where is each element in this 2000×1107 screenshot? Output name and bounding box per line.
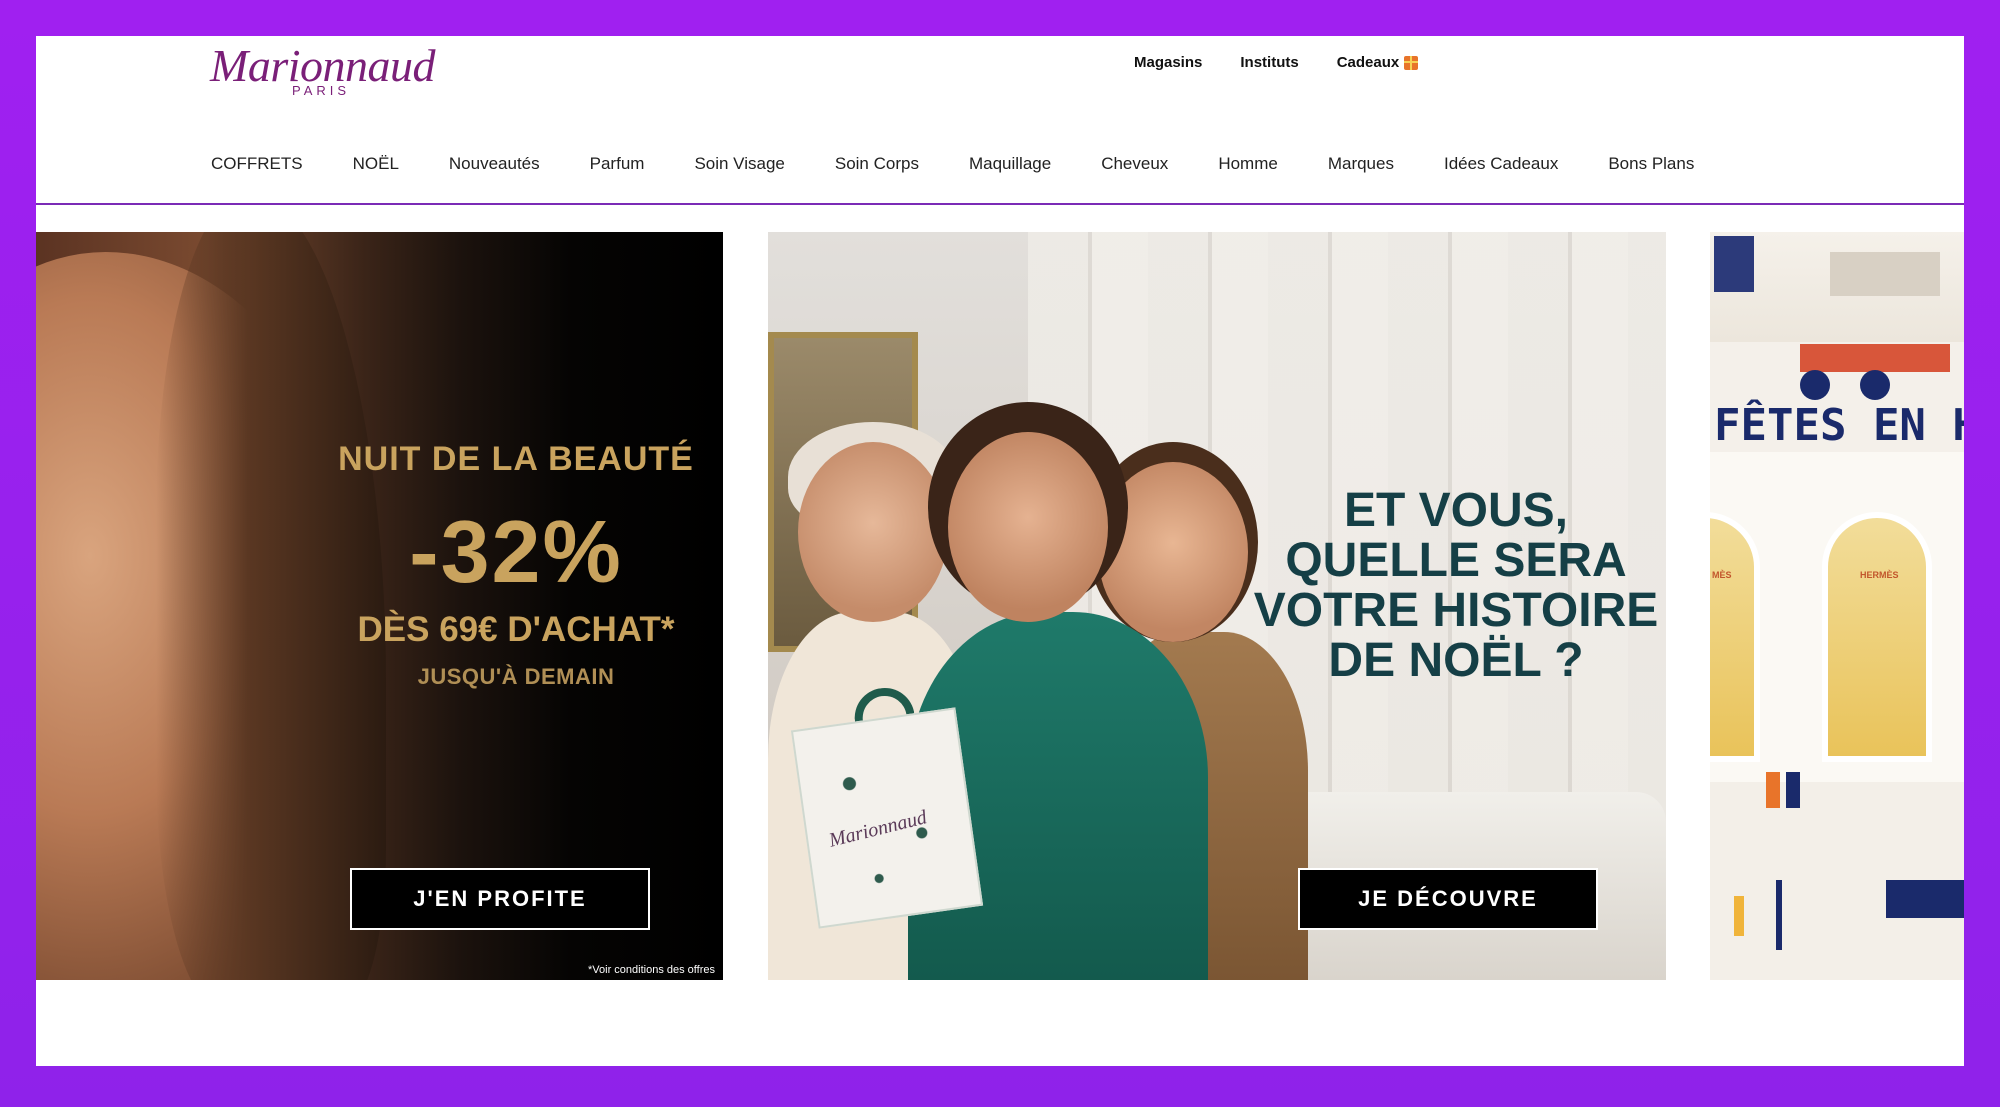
- candle-pixel: [1734, 896, 1744, 936]
- browser-viewport: Marionnaud PARIS Magasins Instituts Cade…: [36, 36, 1964, 1066]
- nav-item-homme[interactable]: Homme: [1218, 154, 1278, 174]
- gifts-label: Cadeaux: [1336, 54, 1400, 71]
- nav-item-soin-corps[interactable]: Soin Corps: [835, 154, 919, 174]
- tree-pixel: [1776, 880, 1782, 950]
- utility-nav: Magasins Instituts Cadeaux: [1134, 54, 1456, 71]
- figure-pixel-2: [1786, 772, 1800, 808]
- brand-subtitle: PARIS: [292, 83, 351, 98]
- en-profite-button[interactable]: J'EN PROFITE: [350, 868, 650, 930]
- nav-item-bons-plans[interactable]: Bons Plans: [1608, 154, 1694, 174]
- nav-item-maquillage[interactable]: Maquillage: [969, 154, 1051, 174]
- wheel-pixel-2: [1860, 370, 1890, 400]
- banner-until: JUSQU'À DEMAIN: [417, 664, 615, 689]
- nav-item-idees-cadeaux[interactable]: Idées Cadeaux: [1444, 154, 1558, 174]
- offer-footnote: *Voir conditions des offres: [588, 964, 715, 976]
- woman-2-face: [948, 432, 1108, 622]
- arch-window-left: [1710, 512, 1760, 762]
- nav-item-coffrets[interactable]: COFFRETS: [211, 154, 303, 174]
- nav-item-noel[interactable]: NOËL: [353, 154, 399, 174]
- arch-window-right: [1822, 512, 1932, 762]
- banner-hermes-holidays[interactable]: FÊTES EN H MÈS HERMÈS: [1710, 232, 1964, 980]
- carriage-pixel: [1800, 344, 1950, 372]
- car-pixel: [1886, 880, 1964, 918]
- nav-item-cheveux[interactable]: Cheveux: [1101, 154, 1168, 174]
- gift-icon: [1404, 55, 1419, 70]
- institutes-link[interactable]: Instituts: [1240, 54, 1298, 71]
- figure-pixel-1: [1766, 772, 1780, 808]
- balcony-pixel: [1830, 252, 1940, 296]
- stores-link[interactable]: Magasins: [1134, 54, 1202, 71]
- je-decouvre-button[interactable]: JE DÉCOUVRE: [1298, 868, 1598, 930]
- brand-logo[interactable]: Marionnaud PARIS: [210, 38, 436, 100]
- woman-1-face: [798, 442, 948, 622]
- banner-condition: DÈS 69€ D'ACHAT*: [357, 610, 675, 649]
- nav-item-nouveautes[interactable]: Nouveautés: [449, 154, 540, 174]
- main-nav: COFFRETS NOËL Nouveautés Parfum Soin Vis…: [211, 154, 1744, 174]
- nav-item-marques[interactable]: Marques: [1328, 154, 1394, 174]
- shop-sign-left: MÈS: [1712, 570, 1732, 580]
- banner-beauty-night[interactable]: NUIT DE LA BEAUTÉ -32% DÈS 69€ D'ACHAT* …: [36, 232, 723, 980]
- window-pixel-1: [1714, 236, 1754, 292]
- banner-discount: -32%: [409, 502, 623, 601]
- nav-item-parfum[interactable]: Parfum: [590, 154, 645, 174]
- wheel-pixel-1: [1800, 370, 1830, 400]
- banner-title: FÊTES EN H: [1714, 400, 1964, 451]
- shop-sign-right: HERMÈS: [1860, 570, 1899, 580]
- banner-christmas-story[interactable]: Marionnaud ET VOUS, QUELLE SERA VOTRE HI…: [768, 232, 1666, 980]
- banner-headline: ET VOUS, QUELLE SERA VOTRE HISTOIRE DE N…: [1253, 484, 1659, 687]
- nav-item-soin-visage[interactable]: Soin Visage: [694, 154, 784, 174]
- banner-eyebrow: NUIT DE LA BEAUTÉ: [338, 440, 694, 478]
- nav-divider: [36, 203, 1964, 205]
- gifts-link[interactable]: Cadeaux: [1337, 54, 1419, 71]
